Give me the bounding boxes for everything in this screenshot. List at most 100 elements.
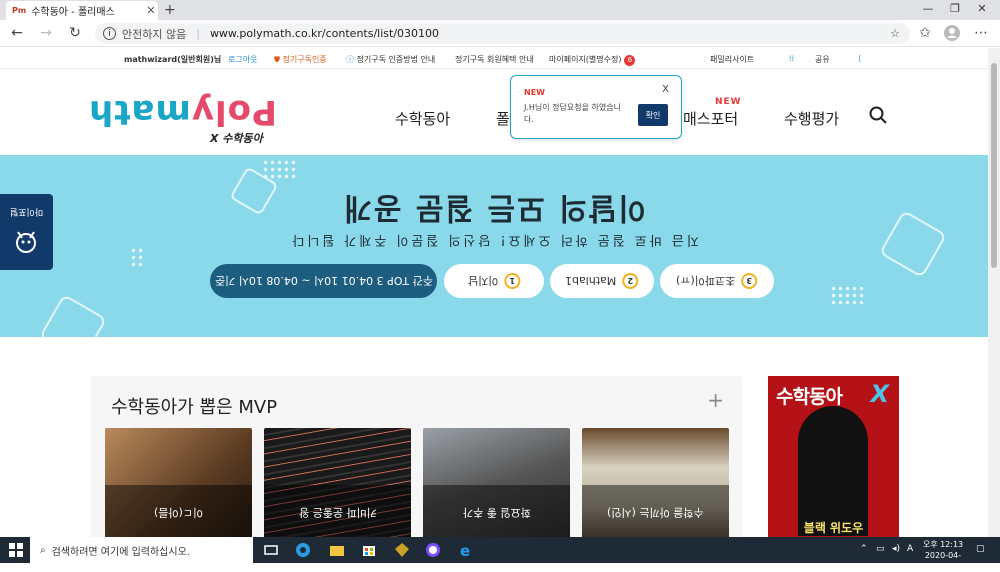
- maximize-icon[interactable]: ❐: [945, 2, 965, 15]
- app-icon[interactable]: [393, 541, 411, 559]
- app-icon[interactable]: [424, 541, 442, 559]
- rank-name: 이지남: [467, 274, 499, 287]
- mvp-section: 수학동아가 뽑은 MVP + 이ㄷ(아름) 키비파 운좋은 왕 화요일 좋 추가…: [91, 376, 742, 541]
- popup-close-button[interactable]: X: [662, 84, 669, 95]
- mypage-link[interactable]: 마이페이지(별명수정) 6: [549, 54, 636, 66]
- store-icon[interactable]: [360, 541, 378, 559]
- dots-decoration: [830, 285, 864, 307]
- banner-subtitle: 지금 바로 질문 하러 오세요! 당신의 질문이 주제가 됩니다: [289, 232, 699, 247]
- page-scrollbar[interactable]: [988, 48, 1000, 537]
- browser-toolbar: ← → ↻ i 안전하지 않음 | www.polymath.co.kr/con…: [0, 20, 1000, 47]
- volume-icon[interactable]: ◂): [892, 544, 900, 554]
- mvp-card-caption: 키비파 운좋은 왕: [264, 485, 411, 541]
- info-icon: ⓘ: [346, 55, 357, 64]
- magazine-cover[interactable]: 수학동아 X 블랙 위도우: [768, 376, 899, 542]
- file-explorer-icon[interactable]: [328, 541, 346, 559]
- browser-tab-bar: Pm 수학동아 - 폴리매스 ✕ + — ❐ ✕: [0, 0, 1000, 20]
- site-logo[interactable]: Polymath X 수학동아: [88, 92, 277, 147]
- rank-pill-3[interactable]: 3 초코파이(ㅠ): [660, 264, 774, 298]
- magazine-title: 수학동아: [776, 386, 843, 408]
- favorites-icon[interactable]: ✩: [916, 25, 934, 41]
- dots-decoration: [262, 159, 296, 181]
- close-tab-icon[interactable]: ✕: [144, 4, 158, 17]
- rank-name: 초코파이(ㅠ): [676, 274, 736, 287]
- mascot-icon: [16, 231, 36, 253]
- rank-pill-2[interactable]: 2 Mathlab1: [550, 264, 654, 298]
- site-favicon-icon: Pm: [12, 6, 27, 15]
- more-button[interactable]: +: [707, 388, 724, 412]
- popup-confirm-button[interactable]: 확인: [638, 104, 668, 126]
- mvp-card[interactable]: 수학을 아끼는 (시인): [582, 428, 729, 541]
- popup-new-label: NEW: [524, 88, 545, 97]
- nav-item-masspotter[interactable]: 매스포터: [683, 108, 738, 129]
- ie-browser-icon[interactable]: e: [457, 541, 475, 559]
- clock-date: 2020-04-01: [924, 551, 962, 571]
- cover-figure: [798, 406, 868, 536]
- info-icon[interactable]: i: [103, 27, 116, 40]
- bookmark-star-icon[interactable]: ☆: [890, 27, 900, 40]
- subscription-method-link[interactable]: ⓘ 정기구독 인증방법 안내: [346, 54, 435, 65]
- new-tab-button[interactable]: +: [164, 2, 176, 18]
- rank-number: 1: [504, 273, 521, 289]
- reload-icon[interactable]: ↻: [66, 25, 84, 41]
- windows-start-icon[interactable]: [7, 541, 25, 559]
- top3-period-label: 주간 TOP 3 04.01 10시 ~ 04.08 10시 기준: [210, 264, 437, 298]
- search-icon[interactable]: [869, 106, 887, 124]
- mvp-card-caption: 화요일 좋 추가: [423, 485, 570, 541]
- site-util-bar: mathwizard(일반회원)님 로그아웃 ⛊ 정기구독인증 ⓘ 정기구독 인…: [0, 48, 1000, 69]
- rank-pill-1[interactable]: 1 이지남: [444, 264, 544, 298]
- profile-avatar[interactable]: [943, 25, 961, 45]
- svg-text:e: e: [460, 542, 470, 559]
- mvp-card[interactable]: 키비파 운좋은 왕: [264, 428, 411, 541]
- user-name: mathwizard(일반회원)님: [124, 55, 222, 64]
- banner-title: 이달의 모든 질문 공개: [342, 190, 646, 225]
- clock-time: 오후 12:13: [922, 540, 964, 549]
- taskbar-clock[interactable]: 오후 12:13 2020-04-01: [920, 539, 966, 572]
- forward-icon[interactable]: →: [37, 25, 55, 41]
- search-icon: ⌕: [40, 544, 46, 556]
- new-badge: NEW: [715, 97, 742, 107]
- more-menu-icon[interactable]: ⋯: [972, 25, 990, 41]
- url-text[interactable]: www.polymath.co.kr/contents/list/030100: [210, 27, 439, 40]
- mvp-card-caption: 수학을 아끼는 (시인): [582, 485, 729, 541]
- mvp-card[interactable]: 이ㄷ(아름): [105, 428, 252, 541]
- network-icon[interactable]: ▭: [876, 544, 885, 554]
- mvp-card[interactable]: 화요일 좋 추가: [423, 428, 570, 541]
- share-icon[interactable]: ⟨: [858, 54, 861, 63]
- hexagon-decoration: [38, 293, 108, 337]
- security-label: 안전하지 않음: [122, 27, 187, 41]
- nav-item-sugakdonga[interactable]: 수학동아: [395, 108, 450, 129]
- side-box-label: 마이포털: [9, 206, 44, 216]
- logout-link[interactable]: 로그아웃: [228, 54, 257, 65]
- grid-icon[interactable]: ⁞⁞: [789, 54, 794, 63]
- rank-number: 3: [741, 273, 758, 289]
- mvp-card-caption: 이ㄷ(아름): [105, 485, 252, 541]
- popup-message: J.H님이 정답요청을 하였습니다.: [524, 103, 621, 124]
- ime-indicator[interactable]: A: [907, 544, 913, 554]
- close-window-icon[interactable]: ✕: [972, 2, 992, 15]
- task-view-icon[interactable]: [262, 541, 280, 559]
- tray-chevron-icon[interactable]: ⌃: [860, 544, 868, 554]
- edge-browser-icon[interactable]: [294, 541, 312, 559]
- address-bar[interactable]: i 안전하지 않음 | www.polymath.co.kr/contents/…: [95, 23, 910, 44]
- subscription-benefit-link[interactable]: 정기구독 회원혜택 안내: [455, 54, 534, 65]
- hero-banner: 이달의 모든 질문 공개 지금 바로 질문 하러 오세요! 당신의 질문이 주제…: [0, 155, 988, 337]
- share-link[interactable]: 공유: [815, 54, 830, 65]
- browser-tab[interactable]: Pm 수학동아 - 폴리매스 ✕: [6, 1, 158, 20]
- rank-name: Mathlab1: [565, 274, 617, 288]
- mvp-heading: 수학동아가 뽑은 MVP: [111, 397, 278, 418]
- cover-headline: 블랙 위도우: [803, 521, 864, 535]
- notification-popup: NEW X J.H님이 정답요청을 하였습니다. 확인: [510, 75, 682, 139]
- taskbar-search-input[interactable]: ⌕ 검색하려면 여기에 입력하십시오.: [30, 537, 253, 563]
- notification-badge: 6: [624, 55, 636, 66]
- family-site-link[interactable]: 패밀리사이트: [710, 54, 754, 65]
- rank-number: 2: [622, 273, 639, 289]
- subscription-auth-link[interactable]: ⛊ 정기구독인증: [274, 54, 327, 65]
- notification-center-icon[interactable]: ▢: [976, 544, 985, 554]
- side-floating-box[interactable]: 마이포털: [0, 194, 53, 270]
- back-icon[interactable]: ←: [8, 25, 26, 41]
- shield-icon: ⛊: [274, 55, 283, 64]
- nav-item-assessment[interactable]: 수행평가: [784, 108, 839, 129]
- minimize-icon[interactable]: —: [918, 2, 938, 15]
- scrollbar-thumb[interactable]: [991, 63, 997, 268]
